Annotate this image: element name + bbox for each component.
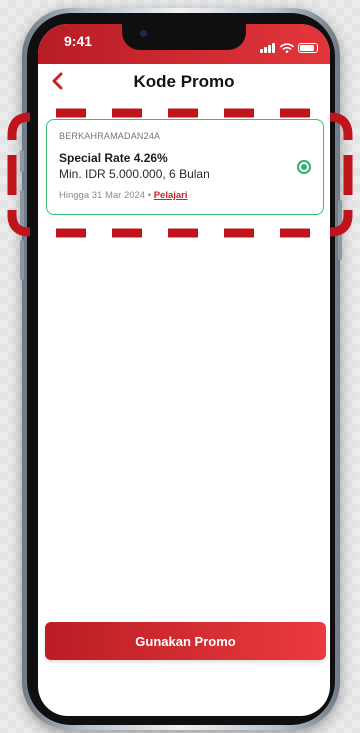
status-time: 9:41 <box>64 33 93 49</box>
radio-selected-icon[interactable] <box>297 160 311 174</box>
volume-down-button <box>20 240 24 280</box>
status-bar: 9:41 <box>38 24 330 64</box>
promo-code: BERKAHRAMADAN24A <box>59 131 161 141</box>
use-promo-button[interactable]: Gunakan Promo <box>45 622 326 660</box>
learn-more-link[interactable]: Pelajari <box>154 190 188 201</box>
promo-title: Special Rate 4.26% <box>59 151 168 165</box>
app-screen: 9:41 Kode Promo BERKAHRAMADAN24A Special… <box>38 24 330 716</box>
notch <box>122 24 246 50</box>
status-icons <box>260 35 318 53</box>
page-title: Kode Promo <box>133 72 235 91</box>
meta-separator: • <box>145 190 154 201</box>
volume-up-button <box>20 190 24 230</box>
promo-valid-until: Hingga 31 Mar 2024 <box>59 190 146 201</box>
promo-subtitle: Min. IDR 5.000.000, 6 Bulan <box>59 167 210 181</box>
battery-icon <box>298 43 318 53</box>
power-button <box>338 200 342 260</box>
mute-switch <box>20 150 24 172</box>
promo-card[interactable]: BERKAHRAMADAN24A Special Rate 4.26% Min.… <box>46 119 324 215</box>
camera-icon <box>140 30 147 37</box>
nav-bar: Kode Promo <box>38 64 330 102</box>
signal-icon <box>260 35 276 53</box>
promo-meta: Hingga 31 Mar 2024 • Pelajari <box>59 190 188 201</box>
wifi-icon <box>280 43 294 53</box>
